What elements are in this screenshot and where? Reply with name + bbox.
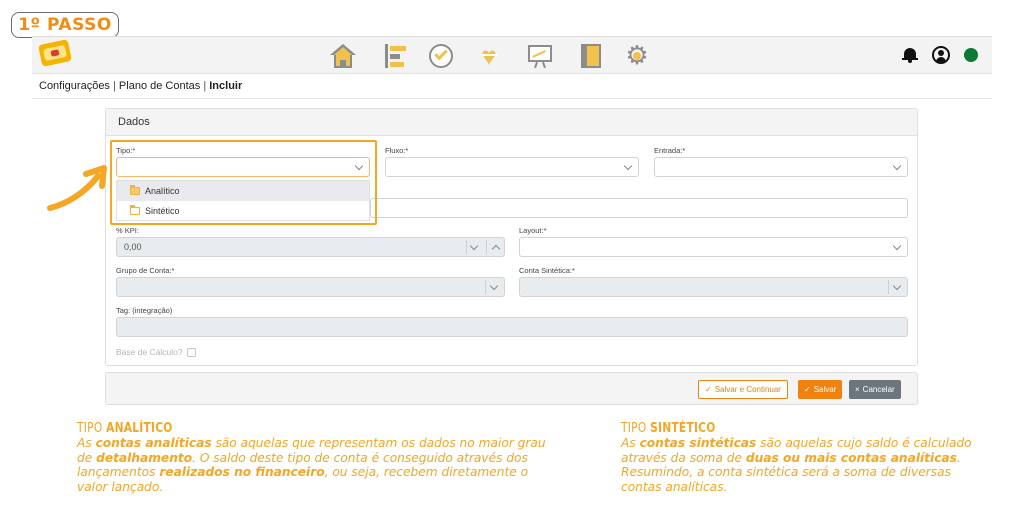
divider [32, 98, 992, 99]
base-calculo-checkbox[interactable] [186, 347, 196, 357]
breadcrumb-item-plano-de-contas[interactable]: Plano de Contas [119, 80, 200, 92]
tag-input[interactable] [116, 317, 908, 337]
top-navbar: ♥ ⚙ [32, 36, 992, 74]
breadcrumb-separator: | [113, 80, 116, 92]
status-dot [964, 48, 978, 62]
grupo-select[interactable] [116, 277, 505, 297]
pointer-arrow-icon [47, 165, 107, 211]
save-continue-button[interactable]: ✓ Salvar e Continuar [698, 380, 788, 399]
sintetico-title: TIPO SINTÉTICO [621, 421, 716, 436]
tag-label: Tag: (integração) [116, 306, 173, 315]
chevron-down-icon [892, 241, 902, 251]
app-logo[interactable] [38, 39, 72, 67]
kpi-label: % KPI: [116, 226, 139, 235]
breadcrumb-separator: | [203, 80, 207, 92]
increment-icon[interactable] [491, 244, 501, 254]
tutorial-screen: 1º PASSO ♥ ⚙ [0, 0, 1024, 523]
chart-board-icon[interactable] [527, 44, 553, 69]
breadcrumb: Configurações | Plano de Contas | Inclui… [39, 80, 242, 92]
grupo-label: Grupo de Conta:* [116, 266, 175, 275]
sintetico-description: TIPO SINTÉTICO As contas sintéticas são … [621, 421, 972, 494]
decrement-icon[interactable] [469, 241, 479, 251]
analitico-title: TIPO ANALÍTICO [77, 421, 173, 436]
cancel-button[interactable]: × Cancelar [849, 380, 901, 399]
bell-icon[interactable] [902, 46, 918, 64]
chevron-down-icon [623, 161, 633, 171]
check-icon: ✓ [705, 385, 712, 394]
step-badge: 1º PASSO [11, 12, 119, 38]
chevron-down-icon [892, 281, 902, 291]
chevron-down-icon [489, 281, 499, 291]
chevron-down-icon [892, 161, 902, 171]
highlight-box [110, 140, 377, 225]
layout-label: Layout:* [519, 226, 547, 235]
form-title: Dados [106, 109, 917, 136]
check-double-icon: ✓ [804, 385, 811, 394]
entrada-select[interactable] [654, 157, 908, 177]
analitico-description: TIPO ANALÍTICO As contas analíticas são … [77, 421, 546, 494]
entrada-label: Entrada:* [654, 146, 686, 155]
gear-icon[interactable]: ⚙ [624, 42, 650, 68]
breadcrumb-item-configuracoes[interactable]: Configurações [39, 80, 110, 92]
layout-select[interactable] [519, 237, 908, 257]
user-icon[interactable] [932, 46, 950, 64]
close-icon: × [855, 385, 860, 394]
kpi-value: 0,00 [124, 242, 142, 252]
fluxo-select[interactable] [385, 157, 639, 177]
fluxo-label: Fluxo:* [385, 146, 409, 155]
base-calculo-label: Base de Cálculo? [116, 347, 183, 357]
breadcrumb-item-incluir: Incluir [209, 80, 243, 92]
base-calculo-field: Base de Cálculo? [116, 347, 196, 357]
kpi-input[interactable]: 0,00 [116, 237, 505, 257]
save-button[interactable]: ✓ Salvar [798, 380, 843, 399]
form-footer: ✓ Salvar e Continuar ✓ Salvar × Cancelar [105, 372, 918, 405]
check-circle-icon[interactable] [428, 44, 454, 68]
book-icon[interactable] [578, 44, 604, 68]
bars-icon[interactable] [384, 44, 410, 68]
heart-pulse-icon[interactable]: ♥ [475, 43, 501, 69]
conta-sintetica-select[interactable] [519, 277, 908, 297]
descricao-input[interactable] [370, 198, 908, 218]
home-icon[interactable] [330, 44, 356, 68]
conta-sintetica-label: Conta Sintética:* [519, 266, 575, 275]
